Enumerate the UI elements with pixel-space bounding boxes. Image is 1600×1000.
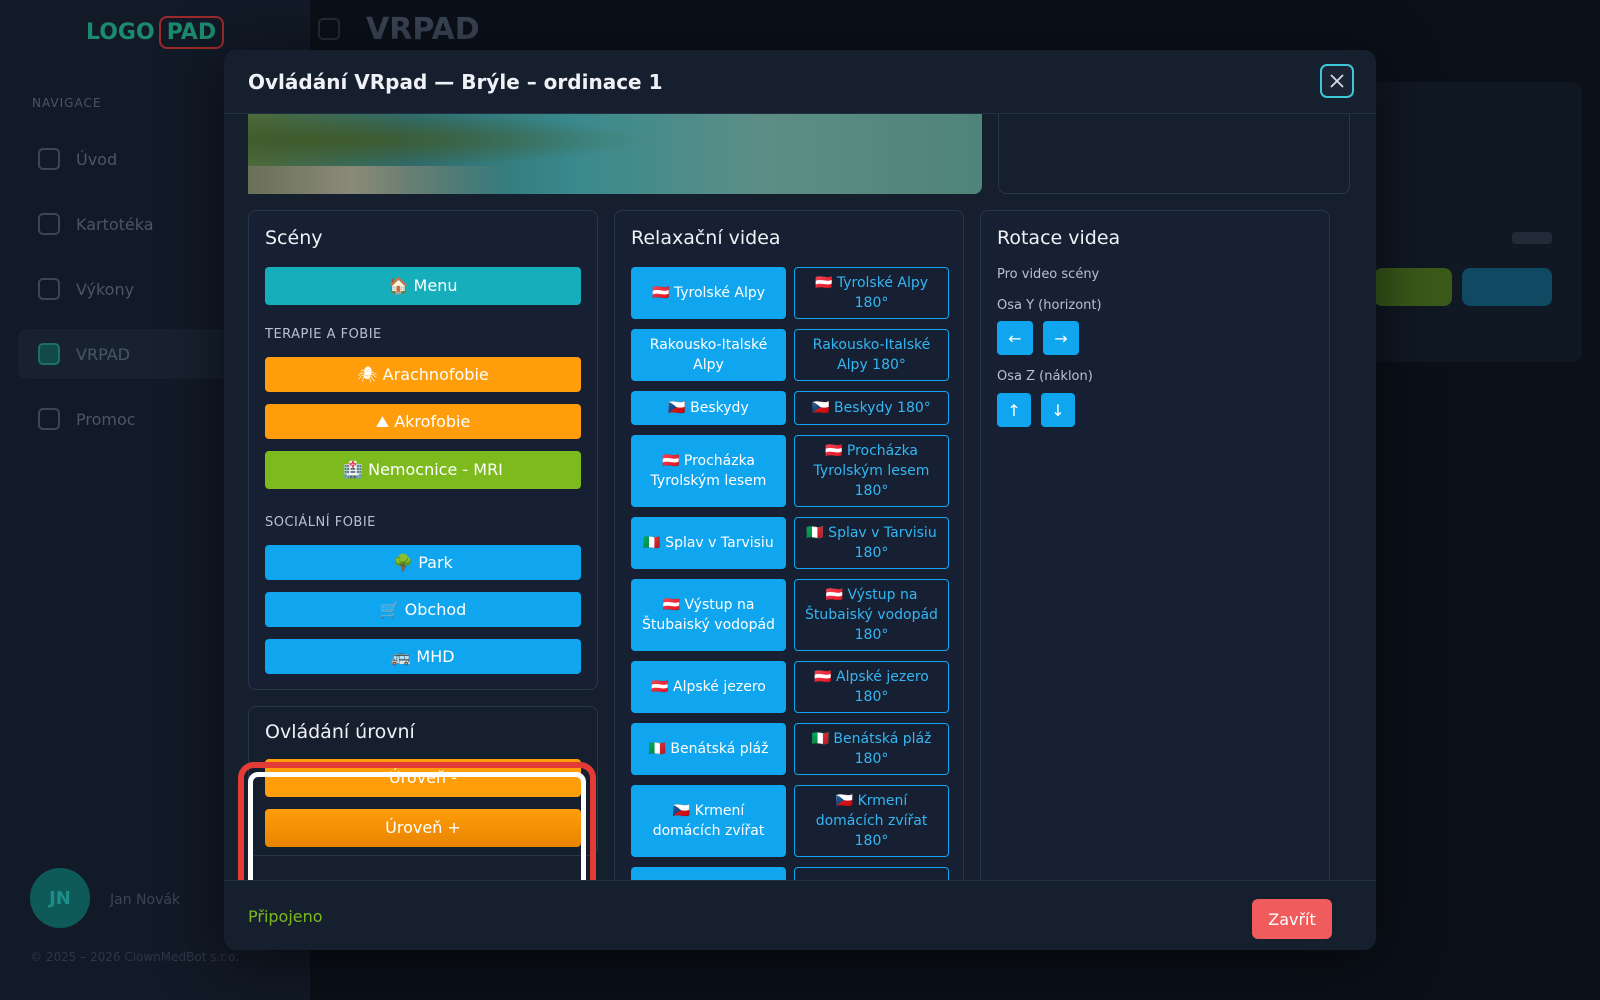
scene-mhd-button[interactable]: 🚌 MHD: [265, 639, 581, 674]
modal-title: Ovládání VRpad — Brýle – ordinace 1: [248, 70, 663, 94]
rotate-left-button[interactable]: ←: [997, 321, 1033, 355]
levels-highlight-annotation: [238, 762, 596, 880]
video-button[interactable]: 🇨🇿 Beskydy: [631, 391, 786, 425]
rotation-panel: Rotace videa Pro video scény Osa Y (hori…: [980, 210, 1330, 880]
help-icon: [38, 408, 60, 430]
list-icon: [38, 278, 60, 300]
arrow-down-icon: ↓: [1051, 400, 1065, 420]
levels-title: Ovládání úrovní: [265, 721, 415, 743]
video-button-partial[interactable]: [631, 867, 786, 880]
background-button-green[interactable]: [1374, 268, 1452, 306]
video-180-button[interactable]: 🇮🇹 Benátská pláž 180°: [794, 723, 949, 775]
video-180-button[interactable]: Rakousko-Italské Alpy 180°: [794, 329, 949, 381]
modal-header: Ovládání VRpad — Brýle – ordinace 1: [224, 50, 1376, 114]
scene-arachnofobie-button[interactable]: 🕷 Arachnofobie: [265, 357, 581, 392]
avatar[interactable]: JN: [30, 868, 90, 928]
logo-text: LOGO: [86, 19, 155, 45]
tilt-down-button[interactable]: ↓: [1041, 393, 1075, 427]
video-180-button[interactable]: 🇦🇹 Alpské jezero 180°: [794, 661, 949, 713]
sidebar-item-label: Kartotéka: [76, 214, 154, 234]
videos-title: Relaxační videa: [631, 227, 781, 249]
side-info-card: [998, 114, 1350, 194]
video-180-button[interactable]: 🇮🇹 Splav v Tarvisiu 180°: [794, 517, 949, 569]
home-icon: [38, 148, 60, 170]
connection-status: Připojeno: [248, 907, 323, 926]
scenes-title: Scény: [265, 227, 323, 249]
app-logo: LOGO PAD: [86, 12, 225, 52]
relax-videos-panel: Relaxační videa 🇦🇹 Tyrolské Alpy 🇦🇹 Tyrol…: [614, 210, 964, 880]
sidebar-item-label: VRPAD: [76, 344, 130, 364]
video-button[interactable]: 🇦🇹 Procházka Tyrolským lesem: [631, 435, 786, 507]
background-button-blue[interactable]: [1462, 268, 1552, 306]
video-180-button[interactable]: 🇨🇿 Beskydy 180°: [794, 391, 949, 425]
scene-menu-button[interactable]: 🏠 Menu: [265, 267, 581, 305]
axis-z-label: Osa Z (náklon): [997, 369, 1093, 384]
vr-icon: [38, 343, 60, 365]
arrow-left-icon: ←: [1008, 328, 1022, 348]
rotation-hint: Pro video scény: [997, 267, 1100, 282]
video-button[interactable]: 🇦🇹 Tyrolské Alpy: [631, 267, 786, 319]
video-button[interactable]: 🇦🇹 Výstup na Štubaiský vodopád: [631, 579, 786, 651]
modal-body: Scény 🏠 Menu TERAPIE A FOBIE 🕷 Arachnofo…: [224, 114, 1376, 880]
video-button[interactable]: Rakousko-Italské Alpy: [631, 329, 786, 381]
rotation-title: Rotace videa: [997, 227, 1121, 249]
video-button[interactable]: 🇮🇹 Benátská pláž: [631, 723, 786, 775]
folder-icon: [38, 213, 60, 235]
close-icon: [1330, 74, 1344, 88]
video-180-button[interactable]: 🇨🇿 Krmení domácích zvířat 180°: [794, 785, 949, 857]
scene-preview-image: [248, 114, 982, 194]
video-180-button[interactable]: 🇦🇹 Procházka Tyrolským lesem 180°: [794, 435, 949, 507]
video-button[interactable]: 🇨🇿 Krmení domácích zvířat: [631, 785, 786, 857]
close-modal-button[interactable]: Zavřít: [1252, 899, 1332, 939]
scene-obchod-button[interactable]: 🛒 Obchod: [265, 592, 581, 627]
axis-y-label: Osa Y (horizont): [997, 298, 1102, 313]
social-section-label: SOCIÁLNÍ FOBIE: [265, 515, 376, 530]
scenes-panel: Scény 🏠 Menu TERAPIE A FOBIE 🕷 Arachnofo…: [248, 210, 598, 690]
menu-toggle-icon[interactable]: [318, 18, 340, 40]
therapy-section-label: TERAPIE A FOBIE: [265, 327, 382, 342]
scene-akrofobie-button[interactable]: ⛰ Akrofobie: [265, 404, 581, 439]
video-button[interactable]: 🇦🇹 Alpské jezero: [631, 661, 786, 713]
logo-badge: PAD: [158, 15, 225, 49]
arrow-right-icon: →: [1054, 328, 1068, 348]
sidebar-item-label: Výkony: [76, 279, 135, 299]
video-180-button[interactable]: 🇦🇹 Tyrolské Alpy 180°: [794, 267, 949, 319]
page-title: VRPAD: [366, 12, 480, 47]
scene-mri-button[interactable]: 🏥 Nemocnice - MRI: [265, 451, 581, 489]
arrow-up-icon: ↑: [1007, 400, 1021, 420]
video-button[interactable]: 🇮🇹 Splav v Tarvisiu: [631, 517, 786, 569]
video-button-partial[interactable]: [794, 867, 949, 880]
rotate-right-button[interactable]: →: [1043, 321, 1079, 355]
sidebar-item-label: Promoc: [76, 409, 136, 429]
modal-footer: Připojeno Zavřít: [224, 880, 1376, 950]
tilt-up-button[interactable]: ↑: [997, 393, 1031, 427]
scene-park-button[interactable]: 🌳 Park: [265, 545, 581, 580]
close-button[interactable]: [1320, 64, 1354, 98]
user-name: Jan Novák: [110, 892, 181, 908]
video-180-button[interactable]: 🇦🇹 Výstup na Štubaiský vodopád 180°: [794, 579, 949, 651]
sidebar-item-label: Úvod: [76, 149, 118, 169]
sidebar-section-label: NAVIGACE: [32, 96, 102, 110]
copyright-footer: © 2025 – 2026 ClownMedBot s.r.o.: [30, 950, 239, 964]
vrpad-control-modal: Ovládání VRpad — Brýle – ordinace 1 Scén…: [224, 50, 1376, 950]
background-badge: [1512, 232, 1552, 244]
